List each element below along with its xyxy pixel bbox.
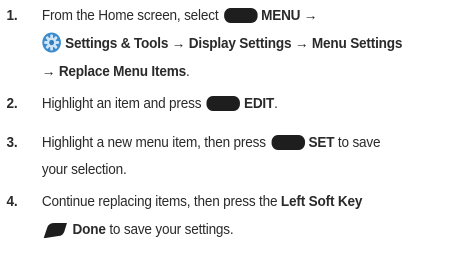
step-text: Highlight an item and press bbox=[41, 96, 202, 112]
step-1-line-3: → Replace Menu Items. bbox=[42, 60, 467, 84]
step-number: 2. bbox=[6, 96, 18, 112]
period: . bbox=[274, 96, 278, 112]
step-1-line-2: Settings & Tools → Display Settings → Me… bbox=[42, 32, 467, 56]
step-number: 1. bbox=[6, 8, 18, 24]
step-number: 4. bbox=[6, 194, 18, 210]
step-3-line-1: Highlight a new menu item, then press SE… bbox=[42, 131, 467, 155]
replace-menu-items-path: → Replace Menu Items bbox=[41, 64, 186, 80]
step-text: your selection. bbox=[41, 162, 127, 178]
settings-gear-icon bbox=[42, 32, 61, 53]
step-4-line-1: Continue replacing items, then press the… bbox=[42, 190, 467, 214]
step-2: 2. Highlight an item and press EDIT. bbox=[0, 92, 467, 116]
left-soft-key-label: Left Soft Key bbox=[280, 194, 363, 210]
ok-key-icon bbox=[206, 96, 241, 111]
left-soft-key-icon bbox=[43, 223, 67, 238]
step-text: Continue replacing items, then press the bbox=[41, 194, 278, 210]
edit-label: EDIT bbox=[243, 96, 275, 112]
step-text: From the Home screen, select bbox=[41, 8, 219, 24]
step-4: 4. Continue replacing items, then press … bbox=[0, 190, 467, 242]
step-1-line-1: From the Home screen, select MENU → bbox=[42, 4, 467, 28]
step-3: 3. Highlight a new menu item, then press… bbox=[0, 131, 467, 182]
period: . bbox=[185, 64, 190, 80]
step-text: to save your settings. bbox=[109, 222, 234, 238]
step-number: 3. bbox=[6, 135, 18, 151]
step-text: Highlight a new menu item, then press bbox=[41, 135, 266, 151]
ok-key-icon bbox=[223, 8, 258, 23]
step-4-line-2: Done to save your settings. bbox=[42, 218, 467, 242]
done-label: Done bbox=[72, 222, 106, 238]
step-text: to save bbox=[337, 135, 381, 151]
set-label: SET bbox=[308, 135, 335, 151]
step-1: 1. From the Home screen, select MENU → S… bbox=[0, 4, 467, 84]
ok-key-icon bbox=[271, 135, 305, 150]
step-3-line-2: your selection. bbox=[42, 158, 467, 182]
settings-path: Settings & Tools → Display Settings → Me… bbox=[65, 36, 403, 52]
menu-label: MENU → bbox=[261, 8, 318, 24]
